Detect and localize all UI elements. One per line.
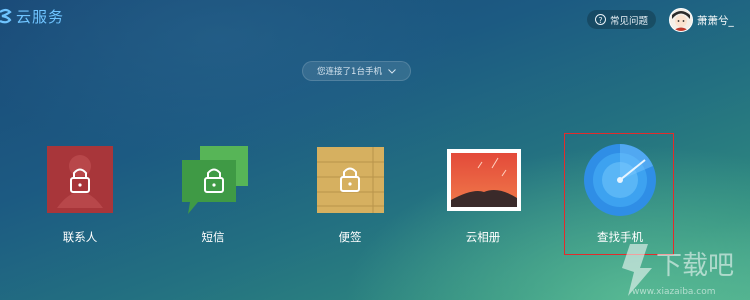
faq-label: 常见问题 (609, 15, 648, 27)
watermark-name: 下载吧 (656, 251, 734, 281)
app-label-contacts: 联系人 (62, 230, 98, 244)
contacts-lock-icon (47, 146, 113, 213)
username: 萧萧兮_ (697, 14, 734, 27)
brand-name: 云服务 (16, 7, 65, 26)
app-label-notes: 便签 (338, 230, 362, 244)
avatar-face-icon (670, 9, 692, 31)
highlight-box (564, 133, 674, 255)
app-label-messages: 短信 (201, 230, 225, 244)
app-messages[interactable]: 短信 (158, 140, 268, 250)
app-contacts[interactable]: 联系人 (25, 140, 135, 250)
device-selector-label: 您连接了1台手机 (317, 67, 382, 77)
messages-lock-icon (182, 146, 248, 214)
watermark-logo: 下载吧 www.xiazaiba.com (622, 244, 734, 297)
device-selector[interactable]: 您连接了1台手机 (302, 61, 411, 81)
cloud-album-icon (447, 149, 521, 211)
cloud-service-logo-icon (0, 8, 12, 24)
user-menu[interactable]: 萧萧兮_ (669, 8, 734, 32)
app-cloud-album[interactable]: 云相册 (428, 140, 538, 250)
chevron-down-icon (388, 68, 396, 74)
faq-button[interactable]: ? 常见问题 (587, 10, 656, 29)
question-icon: ? (594, 14, 606, 25)
watermark-url: www.xiazaiba.com (632, 287, 716, 297)
notes-lock-icon (317, 147, 384, 213)
app-notes[interactable]: 便签 (295, 140, 405, 250)
avatar[interactable] (669, 8, 693, 32)
brand-logo[interactable]: 云服务 (0, 5, 64, 27)
app-label-cloud-album: 云相册 (465, 230, 501, 244)
